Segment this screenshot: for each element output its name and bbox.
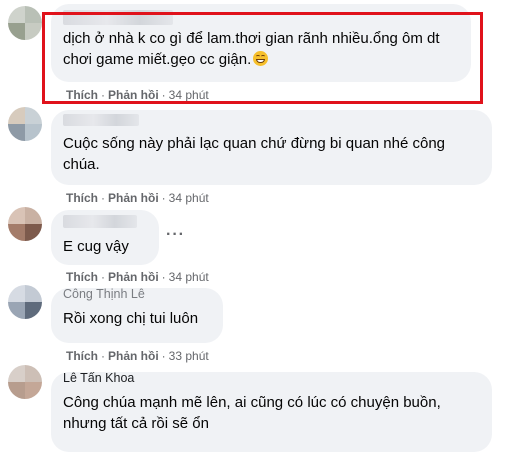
comment-timestamp[interactable]: 34 phút xyxy=(169,270,209,284)
comment-bubble: dịch ở nhà k co gì để lam.thơi gian rãnh… xyxy=(51,4,471,82)
comment-text: Cuộc sống này phải lạc quan chứ đừng bi … xyxy=(63,135,446,173)
comment-bubble: Lê Tấn Khoa Công chúa mạnh mẽ lên, ai cũ… xyxy=(51,372,492,452)
avatar[interactable] xyxy=(8,285,42,319)
comment-author[interactable] xyxy=(63,114,480,131)
comment-bubble: Cuộc sống này phải lạc quan chứ đừng bi … xyxy=(51,110,492,185)
avatar[interactable] xyxy=(8,207,42,241)
more-options-icon[interactable]: ··· xyxy=(166,226,185,244)
comment-timestamp[interactable]: 34 phút xyxy=(169,88,209,102)
comment-actions: Thích · Phản hồi · 34 phút xyxy=(66,270,209,284)
comment-actions: Thích · Phản hồi · 34 phút xyxy=(66,191,209,205)
comment-bubble: Công Thịnh Lê Rồi xong chị tui luôn xyxy=(51,288,223,343)
comment-author[interactable]: Công Thịnh Lê xyxy=(63,288,211,301)
comment-author[interactable]: Lê Tấn Khoa xyxy=(63,372,480,385)
comment-text: Rồi xong chị tui luôn xyxy=(63,310,199,327)
comment-text: E cug vậy xyxy=(63,238,129,255)
comment-thread: dịch ở nhà k co gì để lam.thơi gian rãnh… xyxy=(0,0,508,452)
avatar[interactable] xyxy=(8,107,42,141)
separator-dot: · xyxy=(161,349,166,363)
grinning-face-emoji-icon xyxy=(253,51,269,66)
separator-dot: · xyxy=(101,349,105,363)
comment-author[interactable] xyxy=(63,215,147,230)
reply-button[interactable]: Phản hồi xyxy=(108,270,159,284)
separator-dot: · xyxy=(161,191,166,205)
like-button[interactable]: Thích xyxy=(66,270,98,284)
comment-timestamp[interactable]: 34 phút xyxy=(169,191,209,205)
reply-button[interactable]: Phản hồi xyxy=(108,88,159,102)
reply-button[interactable]: Phản hồi xyxy=(108,191,159,205)
like-button[interactable]: Thích xyxy=(66,88,98,102)
separator-dot: · xyxy=(101,88,105,102)
comment-actions: Thích · Phản hồi · 33 phút xyxy=(66,349,209,363)
comment-bubble: E cug vậy xyxy=(51,210,159,265)
reply-button[interactable]: Phản hồi xyxy=(108,349,159,363)
avatar[interactable] xyxy=(8,365,42,399)
comment-author[interactable] xyxy=(63,10,459,25)
like-button[interactable]: Thích xyxy=(66,191,98,205)
like-button[interactable]: Thích xyxy=(66,349,98,363)
separator-dot: · xyxy=(161,88,166,102)
separator-dot: · xyxy=(101,191,105,205)
separator-dot: · xyxy=(101,270,105,284)
comment-text: Công chúa mạnh mẽ lên, ai cũng có lúc có… xyxy=(63,394,441,432)
avatar[interactable] xyxy=(8,6,42,40)
comment-actions: Thích · Phản hồi · 34 phút xyxy=(66,88,209,102)
comment-timestamp[interactable]: 33 phút xyxy=(169,349,209,363)
separator-dot: · xyxy=(161,270,166,284)
comment-text: dịch ở nhà k co gì để lam.thơi gian rãnh… xyxy=(63,30,440,68)
